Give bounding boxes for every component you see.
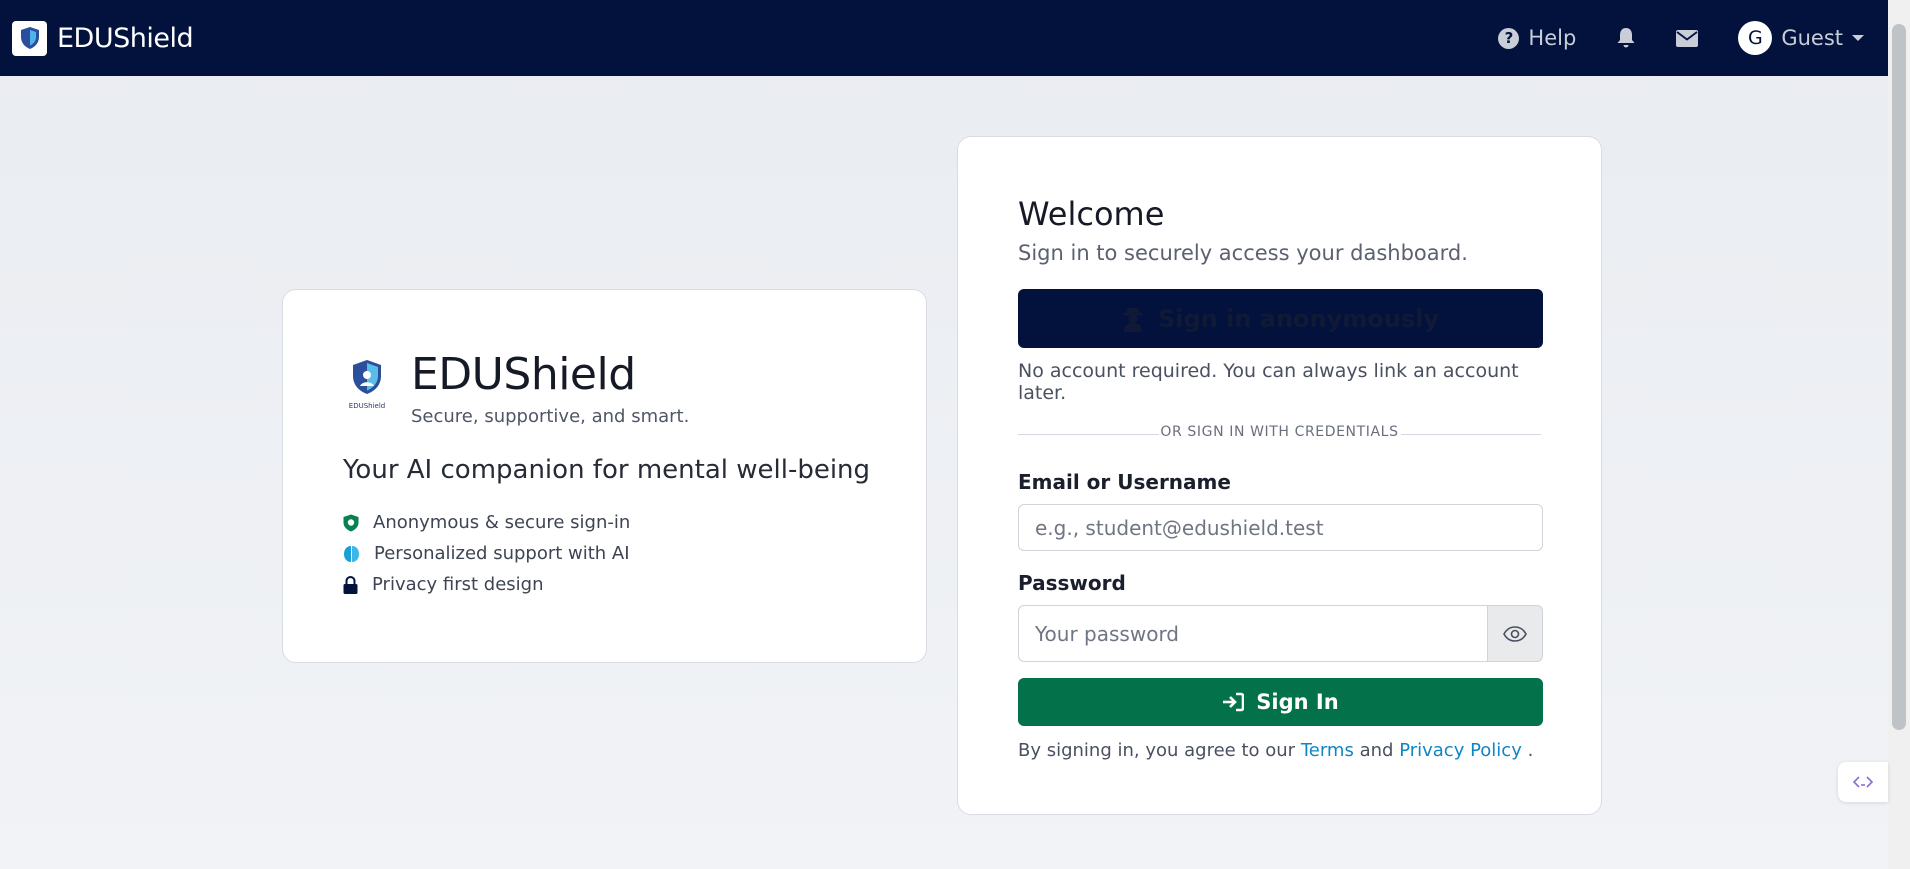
toggle-password-button[interactable] xyxy=(1488,605,1543,662)
info-tagline: Your AI companion for mental well-being xyxy=(343,455,871,485)
user-name: Guest xyxy=(1781,26,1843,50)
brand-name: EDUShield xyxy=(57,22,194,54)
brand-logo-icon xyxy=(12,20,47,56)
edushield-logo: EDUShield xyxy=(343,356,391,410)
eye-icon xyxy=(1503,625,1527,642)
agree-suffix: . xyxy=(1527,740,1534,761)
email-label: Email or Username xyxy=(1018,470,1231,494)
anonymous-button-label: Sign in anonymously xyxy=(1157,304,1440,333)
feature-list: Anonymous & secure sign-in Personalized … xyxy=(343,507,926,600)
scrollbar-thumb[interactable] xyxy=(1892,24,1906,730)
help-label: Help xyxy=(1528,26,1577,50)
info-subtitle: Secure, supportive, and smart. xyxy=(411,406,690,427)
top-navbar: EDUShield ? Help G Guest xyxy=(0,0,1888,76)
password-group xyxy=(1018,605,1543,662)
brand[interactable]: EDUShield xyxy=(12,20,194,56)
page-scrollbar[interactable] xyxy=(1888,0,1910,869)
sign-in-anonymously-button[interactable]: Sign in anonymously xyxy=(1018,289,1543,348)
divider-text: OR SIGN IN WITH CREDENTIALS xyxy=(1158,424,1401,440)
credentials-divider: OR SIGN IN WITH CREDENTIALS xyxy=(1018,424,1541,444)
lock-icon xyxy=(343,575,358,594)
info-card: EDUShield EDUShield Secure, supportive, … xyxy=(282,289,927,663)
welcome-subheading: Sign in to securely access your dashboar… xyxy=(1018,241,1468,265)
agree-and: and xyxy=(1359,740,1394,761)
notifications-button[interactable] xyxy=(1616,27,1636,49)
email-field[interactable] xyxy=(1018,504,1543,551)
feature-label: Personalized support with AI xyxy=(374,543,630,564)
help-link[interactable]: ? Help xyxy=(1498,26,1576,50)
login-card: Welcome Sign in to securely access your … xyxy=(957,136,1602,815)
feature-item: Privacy first design xyxy=(343,569,926,600)
user-secret-icon xyxy=(1122,307,1143,332)
agree-prefix: By signing in, you agree to our xyxy=(1018,740,1296,761)
user-menu[interactable]: G Guest xyxy=(1738,21,1864,55)
password-label: Password xyxy=(1018,571,1126,595)
anonymous-note: No account required. You can always link… xyxy=(1018,360,1519,404)
messages-button[interactable] xyxy=(1676,29,1699,47)
terms-agreement: By signing in, you agree to our Terms an… xyxy=(1018,740,1541,761)
shield-check-icon xyxy=(343,514,359,531)
feature-item: Anonymous & secure sign-in xyxy=(343,507,926,538)
terms-link[interactable]: Terms xyxy=(1301,740,1354,761)
sign-in-button[interactable]: Sign In xyxy=(1018,678,1543,726)
bell-icon xyxy=(1617,28,1635,48)
sign-in-icon xyxy=(1223,692,1245,712)
envelope-icon xyxy=(1676,29,1699,47)
feature-label: Anonymous & secure sign-in xyxy=(373,512,631,533)
info-title: EDUShield xyxy=(411,349,636,400)
code-icon xyxy=(1852,776,1874,788)
chat-widget-button[interactable] xyxy=(1838,762,1888,802)
avatar: G xyxy=(1738,21,1773,55)
password-field[interactable] xyxy=(1018,605,1488,662)
sign-in-label: Sign In xyxy=(1256,690,1339,714)
logo-caption: EDUShield xyxy=(348,402,386,410)
feature-item: Personalized support with AI xyxy=(343,538,926,569)
feature-label: Privacy first design xyxy=(372,574,544,595)
brain-icon xyxy=(344,545,359,562)
privacy-policy-link[interactable]: Privacy Policy xyxy=(1399,740,1522,761)
welcome-heading: Welcome xyxy=(1018,195,1165,233)
chevron-down-icon xyxy=(1852,35,1864,41)
help-icon: ? xyxy=(1498,27,1520,49)
